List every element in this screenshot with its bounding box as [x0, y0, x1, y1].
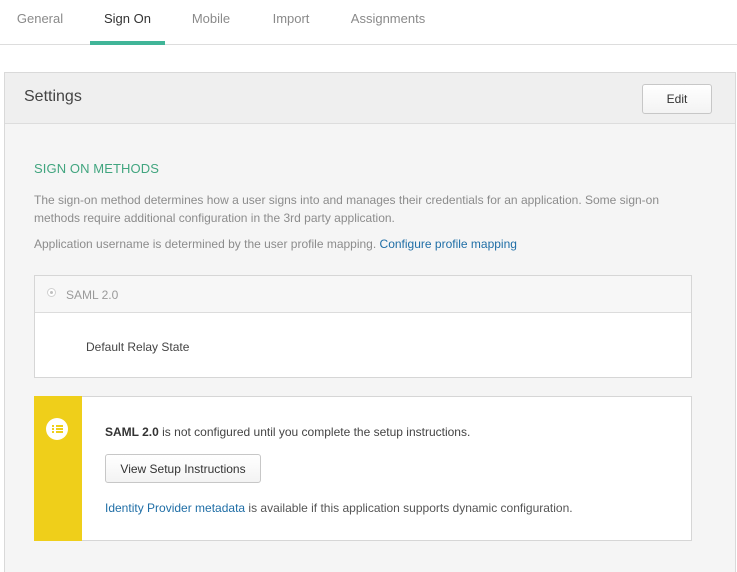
- notice-message-text: is not configured until you complete the…: [162, 425, 471, 439]
- sign-on-methods-heading: SIGN ON METHODS: [34, 161, 160, 176]
- notice-message: SAML 2.0 is not configured until you com…: [105, 425, 470, 439]
- settings-panel: Settings Edit SIGN ON METHODS The sign-o…: [4, 72, 736, 572]
- settings-panel-header: Settings Edit: [5, 73, 735, 124]
- username-mapping-line: Application username is determined by th…: [34, 237, 694, 251]
- tab-sign-on[interactable]: Sign On: [90, 0, 165, 44]
- tab-bar: General Sign On Mobile Import Assignment…: [0, 0, 737, 45]
- view-setup-instructions-button[interactable]: View Setup Instructions: [105, 454, 261, 483]
- active-tab-indicator: [90, 41, 165, 45]
- default-relay-state-label: Default Relay State: [86, 340, 190, 354]
- identity-provider-metadata-link[interactable]: Identity Provider metadata: [105, 501, 245, 515]
- notice-saml-label: SAML 2.0: [105, 425, 159, 439]
- saml-method-box: SAML 2.0 Default Relay State: [34, 275, 692, 378]
- settings-title: Settings: [24, 88, 82, 105]
- sign-on-methods-description: The sign-on method determines how a user…: [34, 193, 660, 225]
- notice-strip: [34, 396, 82, 541]
- saml-radio-button[interactable]: [47, 288, 56, 297]
- tab-import[interactable]: Import: [258, 0, 324, 44]
- configure-profile-mapping-link[interactable]: Configure profile mapping: [380, 237, 517, 251]
- list-icon: [46, 418, 68, 440]
- tab-mobile[interactable]: Mobile: [178, 0, 244, 44]
- username-mapping-text: Application username is determined by th…: [34, 237, 377, 251]
- metadata-line: Identity Provider metadata is available …: [105, 501, 573, 515]
- tab-assignments[interactable]: Assignments: [338, 0, 438, 44]
- saml-option-label: SAML 2.0: [66, 288, 119, 302]
- tab-general[interactable]: General: [4, 0, 76, 44]
- setup-notice: SAML 2.0 is not configured until you com…: [34, 396, 692, 541]
- edit-button[interactable]: Edit: [642, 84, 712, 114]
- metadata-text: is available if this application support…: [248, 501, 573, 515]
- saml-option-row: SAML 2.0: [35, 276, 691, 313]
